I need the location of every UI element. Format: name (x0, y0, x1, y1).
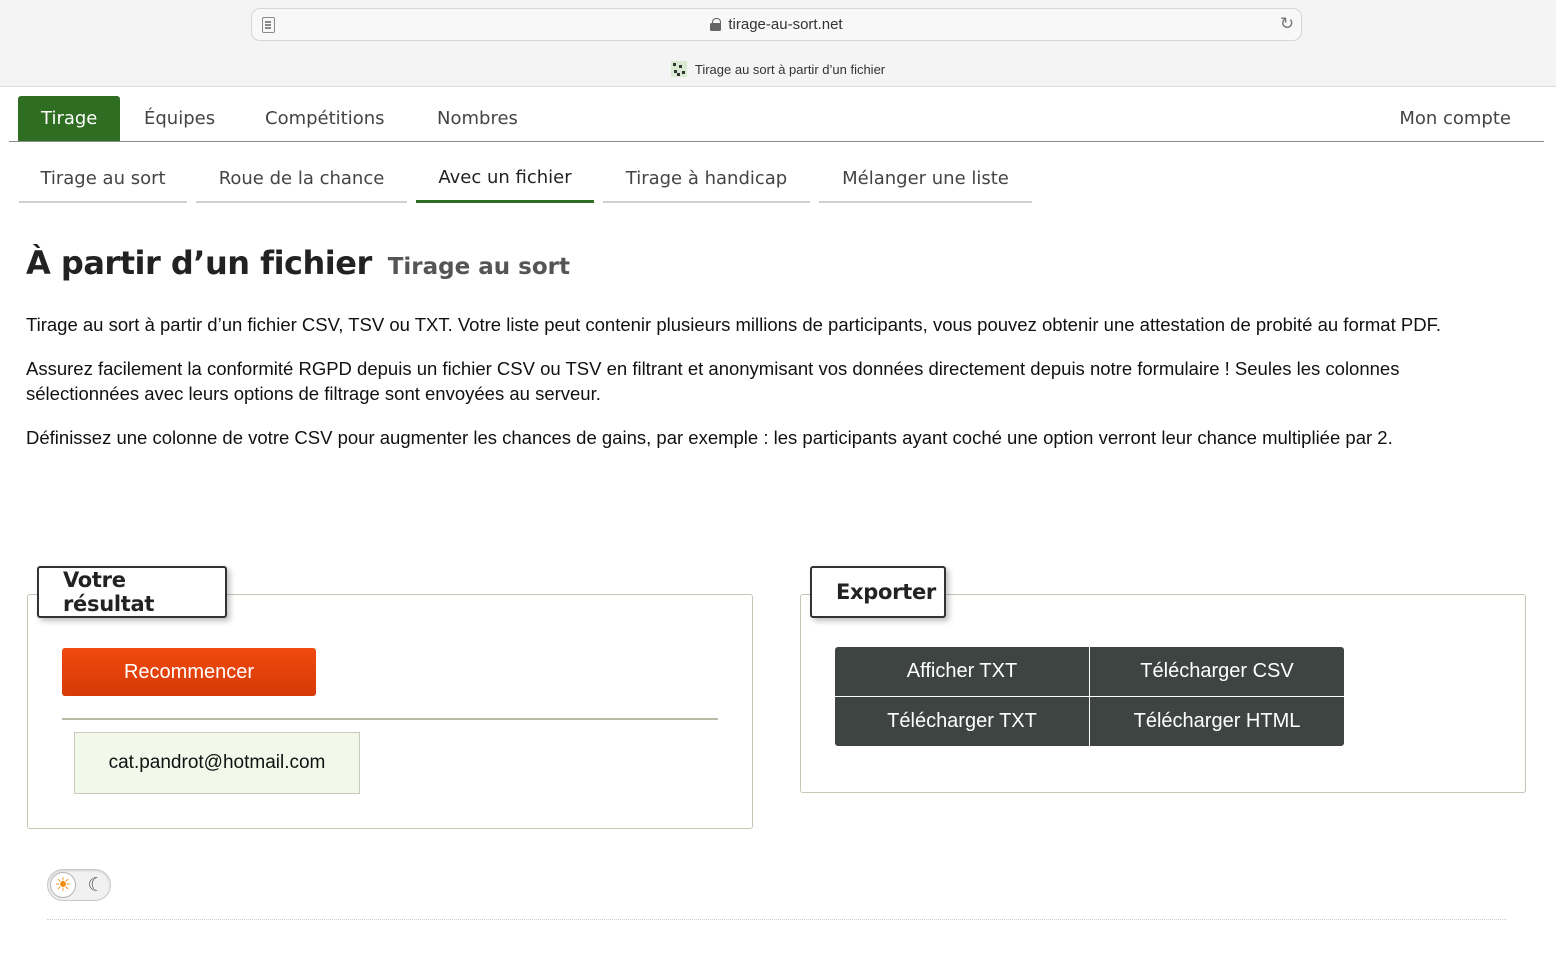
download-html-button[interactable]: Télécharger HTML (1090, 697, 1344, 746)
tab-roue-de-la-chance[interactable]: Roue de la chance (196, 155, 407, 203)
rgpd-paragraph: Assurez facilement la conformité RGPD de… (26, 358, 1400, 404)
main-nav-equipes[interactable]: Équipes (144, 96, 215, 141)
page-subtitle: Tirage au sort (387, 254, 570, 280)
result-legend: Votre résultat (37, 566, 227, 618)
url-text: tirage-au-sort.net (728, 16, 843, 33)
tab-tirage-au-sort[interactable]: Tirage au sort (19, 155, 187, 203)
intro-paragraph: Tirage au sort à partir d’un fichier CSV… (26, 314, 1441, 335)
restart-button[interactable]: Recommencer (62, 648, 316, 696)
sun-icon[interactable]: ☀ (50, 872, 76, 898)
moon-icon[interactable]: ☾ (84, 872, 108, 898)
winner-result: cat.pandrot@hotmail.com (74, 732, 360, 794)
main-nav-competitions[interactable]: Compétitions (265, 96, 385, 141)
main-nav-tirage[interactable]: Tirage (18, 96, 121, 141)
browser-chrome: tirage-au-sort.net ↻ Tirage au sort à pa… (0, 0, 1556, 87)
tab-avec-un-fichier[interactable]: Avec un fichier (416, 155, 594, 203)
footer-divider (47, 919, 1507, 920)
weight-paragraph: Définissez une colonne de votre CSV pour… (26, 427, 1393, 448)
result-separator (62, 718, 718, 720)
main-nav-nombres[interactable]: Nombres (437, 96, 518, 141)
account-link[interactable]: Mon compte (1399, 96, 1511, 141)
download-txt-button[interactable]: Télécharger TXT (835, 697, 1089, 746)
lock-icon (710, 18, 722, 31)
favicon-icon (670, 61, 687, 77)
page-header: À partir d’un fichier Tirage au sort (26, 244, 570, 282)
download-csv-button[interactable]: Télécharger CSV (1090, 647, 1344, 696)
browser-tab[interactable]: Tirage au sort à partir d’un fichier (0, 61, 1556, 77)
address-bar[interactable]: tirage-au-sort.net ↻ (251, 8, 1302, 41)
tab-tirage-a-handicap[interactable]: Tirage à handicap (603, 155, 810, 203)
tab-title: Tirage au sort à partir d’un fichier (694, 61, 886, 77)
reload-icon[interactable]: ↻ (1279, 16, 1295, 33)
url-display: tirage-au-sort.net (252, 9, 1301, 40)
show-txt-button[interactable]: Afficher TXT (835, 647, 1089, 696)
export-legend: Exporter (810, 566, 946, 618)
page-title: À partir d’un fichier (26, 244, 372, 282)
main-nav: Tirage Équipes Compétitions Nombres Mon … (9, 96, 1544, 142)
theme-toggle[interactable]: ☀ ☾ (47, 869, 111, 901)
tab-melanger-une-liste[interactable]: Mélanger une liste (819, 155, 1032, 203)
